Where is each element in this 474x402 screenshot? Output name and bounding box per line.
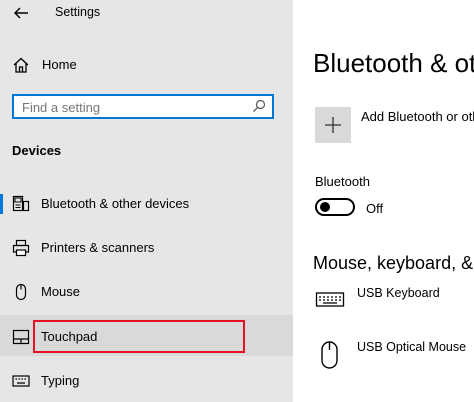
search-icon[interactable] (252, 99, 266, 113)
sidebar-item-home[interactable]: Home (0, 52, 293, 78)
mouse-icon (321, 341, 338, 369)
section-subheading: Mouse, keyboard, & pen (313, 253, 474, 273)
sidebar-item-bluetooth[interactable]: Bluetooth & other devices (0, 185, 293, 223)
toggle-knob (320, 202, 330, 212)
sidebar-item-label: Touchpad (41, 329, 98, 344)
device-label: USB Keyboard (357, 286, 440, 300)
keyboard-icon (315, 292, 345, 307)
bluetooth-state: Off (366, 201, 384, 216)
selection-indicator (0, 194, 3, 214)
sidebar: Settings Home Devices Bluetooth & other … (0, 0, 293, 402)
section-heading-devices: Devices (12, 143, 62, 158)
bluetooth-label: Bluetooth (315, 174, 370, 189)
sidebar-item-label: Printers & scanners (41, 240, 155, 255)
add-device-label[interactable]: Add Bluetooth or other device (361, 109, 474, 124)
device-usb-keyboard[interactable]: USB Keyboard (315, 286, 474, 316)
sidebar-item-label: Mouse (41, 284, 81, 299)
search-input[interactable] (22, 98, 242, 116)
sidebar-item-mouse[interactable]: Mouse (0, 273, 293, 311)
sidebar-item-printers[interactable]: Printers & scanners (0, 229, 293, 267)
bluetooth-devices-icon (12, 195, 30, 212)
sidebar-item-touchpad[interactable]: Touchpad (0, 315, 293, 356)
window-title: Settings (55, 5, 101, 19)
mouse-icon (15, 283, 27, 301)
search-box[interactable] (12, 94, 274, 119)
main-content: Bluetooth & other devices Add Bluetooth … (293, 0, 474, 402)
add-device-button[interactable] (315, 107, 351, 143)
sidebar-item-label: Typing (41, 373, 80, 388)
plus-icon (325, 117, 341, 133)
home-icon (13, 57, 29, 73)
keyboard-icon (12, 375, 30, 387)
device-label: USB Optical Mouse (357, 340, 467, 354)
device-usb-optical-mouse[interactable]: USB Optical Mouse (315, 340, 474, 370)
back-arrow-icon[interactable] (12, 4, 30, 22)
sidebar-item-label: Bluetooth & other devices (41, 196, 190, 211)
bluetooth-toggle[interactable] (315, 198, 355, 216)
sidebar-item-typing[interactable]: Typing (0, 362, 293, 400)
printer-icon (12, 239, 30, 257)
touchpad-icon (12, 329, 30, 345)
page-title: Bluetooth & other devices (313, 48, 474, 78)
title-bar: Settings (0, 0, 293, 28)
home-label: Home (42, 57, 77, 72)
